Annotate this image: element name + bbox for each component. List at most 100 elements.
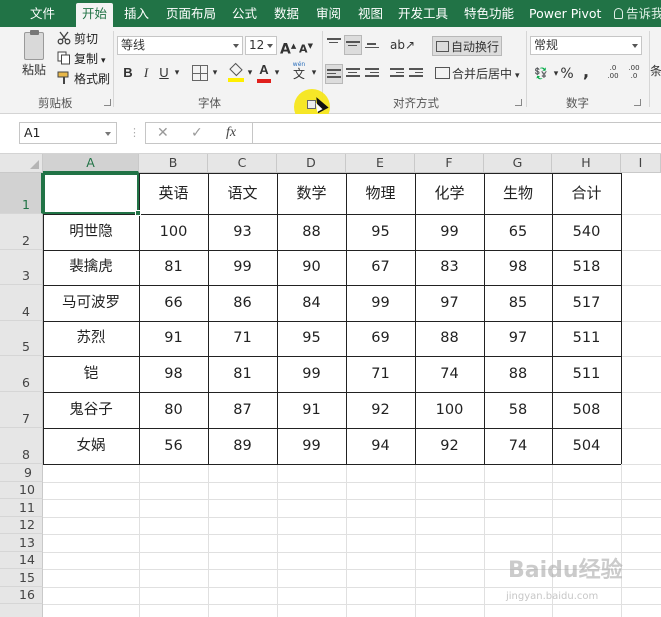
score-cell[interactable]: 517 xyxy=(552,285,621,321)
tab-file[interactable]: 文件 xyxy=(24,3,61,27)
score-cell[interactable]: 97 xyxy=(415,285,484,321)
score-cell[interactable]: 88 xyxy=(484,356,552,392)
name-cell[interactable]: 铠 xyxy=(43,356,139,392)
column-header[interactable]: E xyxy=(346,154,415,173)
font-color-button[interactable]: A xyxy=(257,60,271,83)
score-cell[interactable]: 56 xyxy=(139,428,208,464)
tab-view[interactable]: 视图 xyxy=(352,3,389,27)
row-header[interactable]: 5 xyxy=(0,321,43,356)
column-header[interactable]: H xyxy=(552,154,621,173)
row-header[interactable] xyxy=(0,604,43,617)
score-cell[interactable]: 74 xyxy=(484,428,552,464)
drag-handle-icon[interactable]: ⋮ xyxy=(129,126,140,139)
cut-button[interactable]: 剪切 xyxy=(57,31,98,47)
score-cell[interactable]: 95 xyxy=(277,321,346,356)
percent-button[interactable]: % xyxy=(560,64,574,84)
row-header[interactable]: 13 xyxy=(0,534,43,552)
tab-formulas[interactable]: 公式 xyxy=(226,3,263,27)
number-format-select[interactable]: 常规 xyxy=(530,36,642,55)
score-cell[interactable]: 504 xyxy=(552,428,621,464)
column-header[interactable]: D xyxy=(277,154,346,173)
score-cell[interactable]: 71 xyxy=(346,356,415,392)
score-cell[interactable]: 69 xyxy=(346,321,415,356)
score-cell[interactable]: 92 xyxy=(346,392,415,428)
font-size-select[interactable]: 12 xyxy=(245,36,277,55)
row-header[interactable]: 10 xyxy=(0,482,43,499)
score-cell[interactable]: 90 xyxy=(277,250,346,285)
score-cell[interactable]: 100 xyxy=(139,214,208,250)
row-header[interactable]: 1 xyxy=(0,173,43,214)
borders-dropdown[interactable]: ▾ xyxy=(210,63,220,83)
tab-special-features[interactable]: 特色功能 xyxy=(458,3,520,27)
score-cell[interactable]: 87 xyxy=(208,392,277,428)
row-header[interactable]: 9 xyxy=(0,464,43,482)
column-header[interactable]: B xyxy=(139,154,208,173)
score-cell[interactable]: 98 xyxy=(139,356,208,392)
name-cell[interactable]: 女娲 xyxy=(43,428,139,464)
score-cell[interactable]: 84 xyxy=(277,285,346,321)
formula-input[interactable] xyxy=(253,122,661,144)
align-middle-button[interactable] xyxy=(344,35,362,55)
grow-font-button[interactable]: A▲ xyxy=(280,36,296,58)
score-cell[interactable]: 91 xyxy=(277,392,346,428)
table-header-cell[interactable]: 合计 xyxy=(552,173,621,214)
score-cell[interactable]: 511 xyxy=(552,321,621,356)
number-dialog-launcher[interactable] xyxy=(634,99,641,106)
score-cell[interactable]: 83 xyxy=(415,250,484,285)
name-cell[interactable]: 苏烈 xyxy=(43,321,139,356)
row-header[interactable]: 4 xyxy=(0,285,43,321)
align-right-button[interactable] xyxy=(363,64,381,84)
score-cell[interactable]: 99 xyxy=(277,428,346,464)
phonetic-guide-button[interactable]: wén 文 xyxy=(290,61,308,81)
tab-developer[interactable]: 开发工具 xyxy=(392,3,454,27)
align-center-button[interactable] xyxy=(344,64,362,84)
borders-icon[interactable] xyxy=(192,65,208,81)
align-bottom-button[interactable] xyxy=(363,35,381,55)
row-header[interactable]: 7 xyxy=(0,392,43,428)
score-cell[interactable]: 67 xyxy=(346,250,415,285)
score-cell[interactable]: 88 xyxy=(277,214,346,250)
score-cell[interactable]: 80 xyxy=(139,392,208,428)
wrap-text-button[interactable]: 自动换行 xyxy=(432,36,502,56)
name-cell[interactable]: 明世隐 xyxy=(43,214,139,250)
score-cell[interactable]: 65 xyxy=(484,214,552,250)
decrease-indent-button[interactable] xyxy=(388,64,406,84)
conditional-format-button[interactable]: 条 xyxy=(650,61,661,81)
score-cell[interactable]: 88 xyxy=(415,321,484,356)
orientation-button[interactable]: ab↗ xyxy=(390,35,415,55)
name-cell[interactable]: 马可波罗 xyxy=(43,285,139,321)
insert-function-icon[interactable]: fx xyxy=(226,125,236,141)
name-box[interactable]: A1 xyxy=(19,122,117,144)
score-cell[interactable]: 99 xyxy=(277,356,346,392)
shrink-font-button[interactable]: A▼ xyxy=(298,36,314,56)
row-header[interactable]: 6 xyxy=(0,356,43,392)
italic-button[interactable]: I xyxy=(140,63,152,83)
score-cell[interactable]: 85 xyxy=(484,285,552,321)
phonetic-dropdown[interactable]: ▾ xyxy=(309,63,319,83)
score-cell[interactable]: 97 xyxy=(484,321,552,356)
underline-dropdown[interactable]: ▾ xyxy=(172,63,182,83)
row-header[interactable]: 16 xyxy=(0,587,43,604)
name-cell[interactable]: 裴擒虎 xyxy=(43,250,139,285)
select-all-button[interactable] xyxy=(0,154,43,173)
column-header[interactable]: C xyxy=(208,154,277,173)
score-cell[interactable]: 518 xyxy=(552,250,621,285)
row-header[interactable]: 15 xyxy=(0,569,43,587)
merge-center-button[interactable]: 合并后居中 ▾ xyxy=(432,64,524,84)
increase-indent-button[interactable] xyxy=(407,64,425,84)
score-cell[interactable]: 99 xyxy=(346,285,415,321)
comma-style-button[interactable]: , xyxy=(580,62,592,82)
row-header[interactable]: 12 xyxy=(0,517,43,534)
table-header-cell[interactable]: 语文 xyxy=(208,173,277,214)
tab-review[interactable]: 审阅 xyxy=(310,3,347,27)
row-header[interactable]: 11 xyxy=(0,499,43,517)
score-cell[interactable]: 540 xyxy=(552,214,621,250)
table-header-cell[interactable]: 数学 xyxy=(277,173,346,214)
score-cell[interactable]: 92 xyxy=(415,428,484,464)
score-cell[interactable]: 66 xyxy=(139,285,208,321)
column-header[interactable]: I xyxy=(621,154,661,173)
column-header[interactable]: A xyxy=(43,154,139,173)
accounting-format-button[interactable]: 💱 xyxy=(530,64,552,84)
font-color-dropdown[interactable]: ▾ xyxy=(272,63,282,83)
score-cell[interactable]: 89 xyxy=(208,428,277,464)
